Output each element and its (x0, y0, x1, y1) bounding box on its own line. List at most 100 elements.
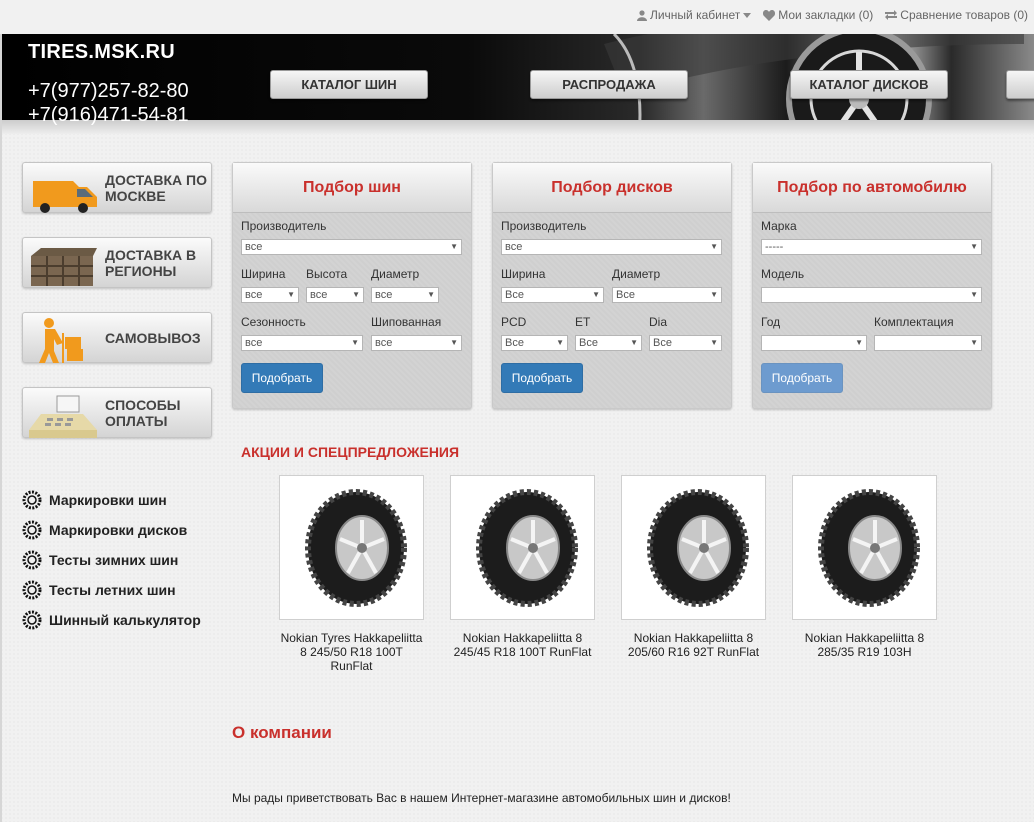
nav-tire-catalog-button[interactable]: КАТАЛОГ ШИН (270, 70, 428, 99)
disk-diameter-label: Диаметр (612, 267, 661, 281)
disk-manufacturer-label: Производитель (501, 219, 587, 233)
nav-sale-button[interactable]: РАСПРОДАЖА (530, 70, 688, 99)
tire-ring-icon (22, 490, 42, 510)
top-bar: Личный кабинет Мои закладки (0) Сравнени… (0, 0, 1034, 34)
product-card[interactable]: Nokian Hakkapeliitta 8 245/45 R18 100T R… (450, 475, 595, 659)
about-title: О компании (232, 723, 332, 742)
disk-et-select[interactable]: Все (575, 335, 642, 351)
tire-search-button[interactable]: Подобрать (241, 363, 323, 393)
link-summer-tire-tests[interactable]: Тесты летних шин (22, 575, 201, 605)
disk-selector-panel: Подбор дисков Производитель все Ширина В… (492, 162, 732, 409)
disk-manufacturer-select[interactable]: все (501, 239, 722, 255)
link-disk-markings[interactable]: Маркировки дисков (22, 515, 201, 545)
info-links: Маркировки шин Маркировки дисков Тесты з… (22, 485, 201, 635)
nav-disk-catalog-button[interactable]: КАТАЛОГ ДИСКОВ (790, 70, 948, 99)
product-image[interactable] (450, 475, 595, 620)
tire-width-select[interactable]: все (241, 287, 299, 303)
product-image[interactable] (621, 475, 766, 620)
link-disk-markings-label: Маркировки дисков (49, 522, 188, 538)
pickup-person-icon (39, 318, 83, 363)
compare-link[interactable]: Сравнение товаров (0) (885, 8, 1028, 22)
car-trim-label: Комплектация (874, 315, 954, 329)
tire-ring-icon (22, 580, 42, 600)
link-winter-tire-tests-label: Тесты зимних шин (49, 552, 179, 568)
product-name[interactable]: Nokian Hakkapeliitta 8 205/60 R16 92T Ru… (621, 631, 766, 659)
service-payment-label: СПОСОБЫ ОПЛАТЫ (105, 396, 181, 429)
tire-ring-icon (22, 610, 42, 630)
car-selector-title: Подбор по автомобилю (753, 163, 991, 213)
car-brand-select[interactable]: ----- (761, 239, 982, 255)
disk-dia-label: Dia (649, 315, 668, 329)
compare-link-label: Сравнение товаров (0) (900, 8, 1028, 22)
nav-more-button[interactable] (1006, 70, 1034, 99)
heart-icon (763, 9, 776, 21)
disk-pcd-select[interactable]: Все (501, 335, 568, 351)
tire-image-icon (646, 488, 749, 607)
account-link[interactable]: Личный кабинет (636, 8, 752, 22)
tire-image-icon (817, 488, 920, 607)
promo-section-title: АКЦИИ И СПЕЦПРЕДЛОЖЕНИЯ (241, 444, 460, 460)
disk-diameter-select[interactable]: Все (612, 287, 722, 303)
site-header: TIRES.MSK.RU +7(977)257-82-80 +7(916)471… (2, 34, 1034, 134)
exchange-icon (885, 10, 898, 20)
tire-manufacturer-select[interactable]: все (241, 239, 462, 255)
bookmarks-link[interactable]: Мои закладки (0) (763, 8, 873, 22)
tire-image-icon (304, 488, 407, 607)
service-payment[interactable]: СПОСОБЫ ОПЛАТЫ (22, 387, 212, 438)
account-link-label: Личный кабинет (649, 8, 741, 22)
product-image[interactable] (279, 475, 424, 620)
tire-height-label: Высота (306, 267, 348, 281)
caret-down-icon (743, 12, 752, 18)
service-pickup-label: САМОВЫВОЗ (105, 329, 201, 346)
link-winter-tire-tests[interactable]: Тесты зимних шин (22, 545, 201, 575)
car-brand-label: Марка (761, 219, 797, 233)
bookmarks-link-label: Мои закладки (0) (778, 8, 874, 22)
service-delivery-regions-label: ДОСТАВКА В РЕГИОНЫ (105, 246, 197, 279)
product-card[interactable]: Nokian Hakkapeliitta 8 205/60 R16 92T Ru… (621, 475, 766, 659)
product-name[interactable]: Nokian Tyres Hakkapeliitta 8 245/50 R18 … (279, 631, 424, 673)
service-delivery-moscow-label: ДОСТАВКА ПО МОСКВЕ (105, 171, 208, 204)
tire-diameter-select[interactable]: все (371, 287, 439, 303)
tire-diameter-label: Диаметр (371, 267, 420, 281)
tire-ring-icon (22, 550, 42, 570)
product-name[interactable]: Nokian Hakkapeliitta 8 245/45 R18 100T R… (450, 631, 595, 659)
car-model-label: Модель (761, 267, 805, 281)
disk-width-label: Ширина (501, 267, 546, 281)
car-model-select[interactable] (761, 287, 982, 303)
phone-number-1[interactable]: +7(977)257-82-80 (28, 80, 189, 103)
tire-selector-title: Подбор шин (233, 163, 471, 213)
service-delivery-moscow[interactable]: ДОСТАВКА ПО МОСКВЕ (22, 162, 212, 213)
phone-number-2[interactable]: +7(916)471-54-81 (28, 104, 189, 127)
product-image[interactable] (792, 475, 937, 620)
tire-season-select[interactable]: все (241, 335, 363, 351)
car-selector-panel: Подбор по автомобилю Марка ----- Модель … (752, 162, 992, 409)
disk-dia-select[interactable]: Все (649, 335, 722, 351)
tire-manufacturer-label: Производитель (241, 219, 327, 233)
service-pickup[interactable]: САМОВЫВОЗ (22, 312, 212, 363)
top-links: Личный кабинет Мои закладки (0) Сравнени… (636, 8, 1028, 22)
car-year-label: Год (761, 315, 781, 329)
link-summer-tire-tests-label: Тесты летних шин (49, 582, 176, 598)
product-card[interactable]: Nokian Hakkapeliitta 8 285/35 R19 103H (792, 475, 937, 659)
disk-selector-title: Подбор дисков (493, 163, 731, 213)
cargo-box-icon (31, 248, 97, 286)
disk-et-label: ET (575, 315, 591, 329)
tire-height-select[interactable]: все (306, 287, 364, 303)
tire-studded-label: Шипованная (371, 315, 442, 329)
product-name[interactable]: Nokian Hakkapeliitta 8 285/35 R19 103H (792, 631, 937, 659)
product-card[interactable]: Nokian Tyres Hakkapeliitta 8 245/50 R18 … (279, 475, 424, 673)
service-delivery-regions[interactable]: ДОСТАВКА В РЕГИОНЫ (22, 237, 212, 288)
tire-selector-panel: Подбор шин Производитель все Ширина все … (232, 162, 472, 409)
tire-studded-select[interactable]: все (371, 335, 462, 351)
car-trim-select[interactable] (874, 335, 982, 351)
link-tire-markings-label: Маркировки шин (49, 492, 167, 508)
tire-season-label: Сезонность (241, 315, 306, 329)
link-tire-markings[interactable]: Маркировки шин (22, 485, 201, 515)
car-year-select[interactable] (761, 335, 867, 351)
about-text: Мы рады приветствовать Вас в нашем Интер… (232, 791, 731, 805)
link-tire-calculator[interactable]: Шинный калькулятор (22, 605, 201, 635)
site-logo[interactable]: TIRES.MSK.RU (28, 41, 175, 64)
disk-width-select[interactable]: Все (501, 287, 604, 303)
disk-search-button[interactable]: Подобрать (501, 363, 583, 393)
car-search-button[interactable]: Подобрать (761, 363, 843, 393)
